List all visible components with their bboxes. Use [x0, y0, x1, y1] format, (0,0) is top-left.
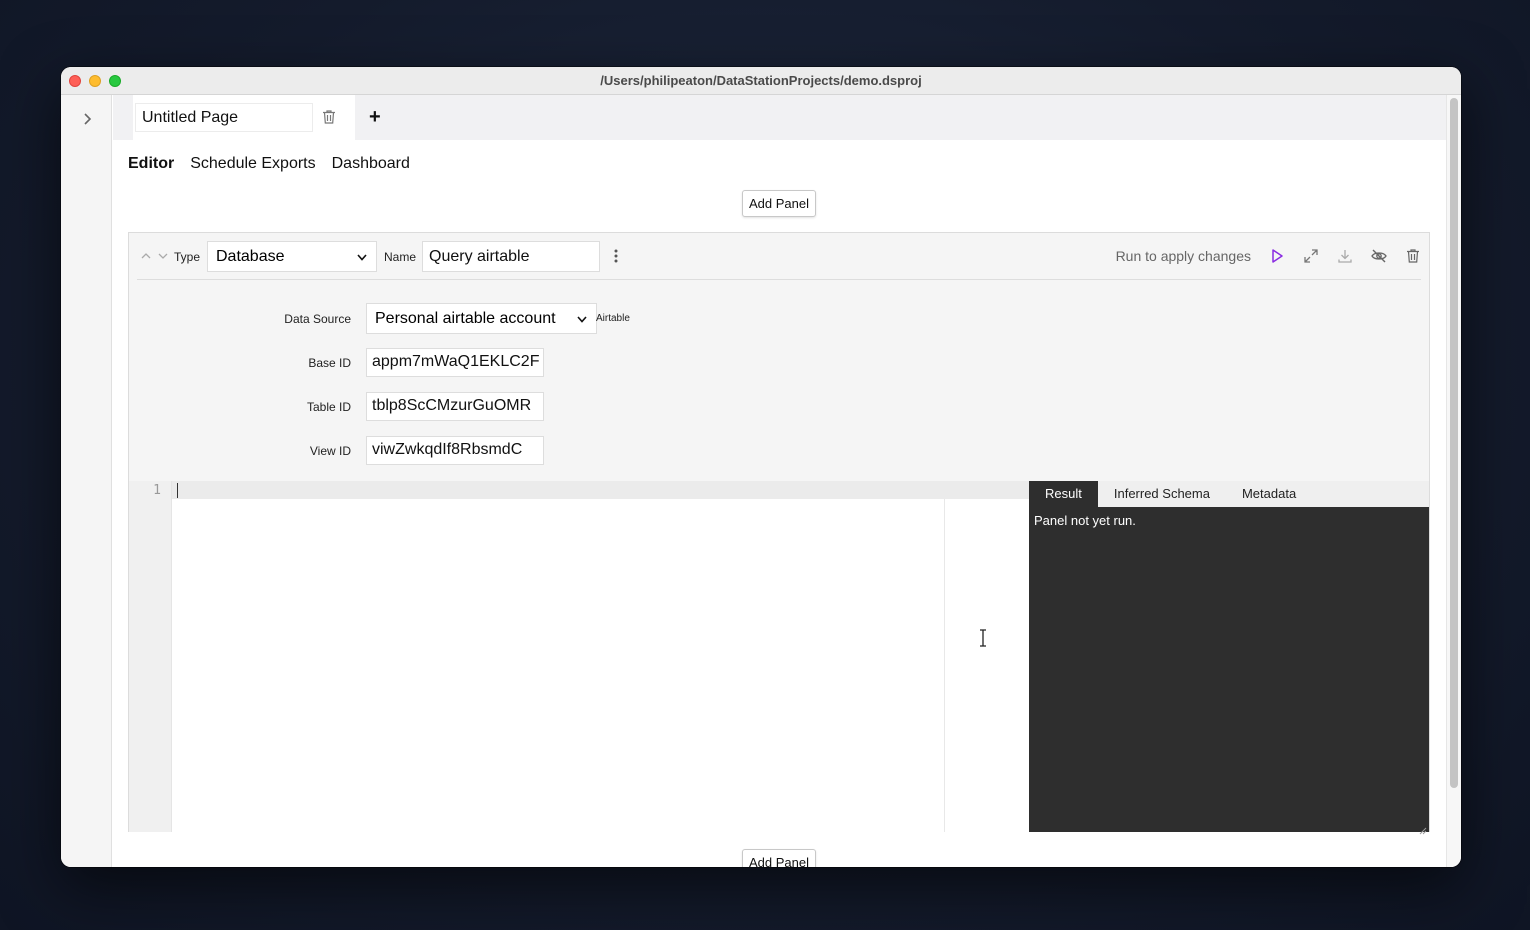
chevron-down-icon[interactable] — [157, 249, 169, 261]
editor-gutter: 1 — [129, 481, 172, 832]
page-tab — [133, 95, 355, 140]
main-nav: Editor Schedule Exports Dashboard — [128, 155, 410, 173]
trash-icon[interactable] — [320, 108, 338, 126]
add-panel-button[interactable]: Add Panel — [742, 849, 816, 867]
run-hint: Run to apply changes — [1115, 248, 1251, 264]
tab-result[interactable]: Result — [1029, 481, 1098, 507]
text-cursor — [177, 483, 178, 498]
panel-name-input[interactable] — [422, 241, 600, 272]
divider — [137, 279, 1421, 280]
chevron-right-icon[interactable] — [79, 111, 95, 127]
panel-header: Type Database Name Run to apply changes — [129, 233, 1429, 279]
table-id-label: Table ID — [306, 400, 351, 414]
result-message: Panel not yet run. — [1034, 513, 1136, 528]
tab-inferred-schema[interactable]: Inferred Schema — [1098, 481, 1226, 507]
main-content: + Editor Schedule Exports Dashboard Add … — [113, 95, 1446, 867]
result-tabs: Result Inferred Schema Metadata — [1029, 481, 1429, 507]
add-page-button[interactable]: + — [369, 106, 381, 129]
tab-editor[interactable]: Editor — [128, 155, 174, 173]
text-cursor-icon — [977, 628, 989, 648]
tab-dashboard[interactable]: Dashboard — [332, 155, 410, 173]
maximize-window-button[interactable] — [109, 75, 121, 87]
expand-icon[interactable] — [1302, 247, 1320, 265]
table-id-input[interactable]: tblp8ScCMzurGuOMR — [366, 392, 544, 421]
type-label: Type — [174, 250, 201, 264]
line-number: 1 — [153, 483, 161, 498]
base-id-input[interactable]: appm7mWaQ1EKLC2F — [366, 348, 544, 377]
name-label: Name — [384, 250, 417, 264]
tab-schedule-exports[interactable]: Schedule Exports — [190, 155, 315, 173]
download-icon[interactable] — [1336, 247, 1354, 265]
chevron-up-icon[interactable] — [140, 249, 152, 261]
base-id-label: Base ID — [308, 356, 351, 370]
data-source-type-tag: Airtable — [596, 313, 630, 324]
trash-icon[interactable] — [1404, 247, 1422, 265]
window-controls — [69, 75, 121, 87]
code-editor[interactable]: 1 — [129, 481, 1029, 832]
add-panel-button[interactable]: Add Panel — [742, 190, 816, 217]
tab-metadata[interactable]: Metadata — [1226, 481, 1312, 507]
data-source-select[interactable]: Personal airtable account — [366, 303, 597, 334]
view-id-label: View ID — [309, 444, 351, 458]
close-window-button[interactable] — [69, 75, 81, 87]
chevron-down-icon — [357, 253, 367, 261]
page-name-input[interactable] — [135, 103, 313, 132]
vertical-scrollbar[interactable] — [1446, 95, 1461, 867]
print-margin — [944, 499, 945, 832]
type-select[interactable]: Database — [207, 241, 377, 272]
resize-handle-icon[interactable] — [1419, 822, 1427, 835]
page-tabs-bar: + — [113, 95, 1446, 140]
data-source-value: Personal airtable account — [375, 309, 556, 327]
sidebar — [61, 95, 112, 867]
view-id-input[interactable]: viwZwkqdIf8RbsmdC — [366, 436, 544, 465]
result-pane: Result Inferred Schema Metadata Panel no… — [1029, 481, 1429, 835]
active-line — [172, 481, 1029, 499]
data-source-label: Data Source — [284, 312, 351, 326]
app-window: /Users/philipeaton/DataStationProjects/d… — [61, 67, 1461, 867]
window-title: /Users/philipeaton/DataStationProjects/d… — [600, 73, 922, 88]
title-bar: /Users/philipeaton/DataStationProjects/d… — [61, 67, 1461, 95]
hide-icon[interactable] — [1370, 247, 1388, 265]
more-options-icon[interactable] — [611, 247, 621, 265]
chevron-down-icon — [577, 315, 587, 323]
minimize-window-button[interactable] — [89, 75, 101, 87]
type-select-value: Database — [216, 247, 285, 265]
scrollbar-thumb[interactable] — [1450, 98, 1458, 788]
run-icon[interactable] — [1268, 247, 1286, 265]
panel: Type Database Name Run to apply changes — [128, 232, 1430, 835]
